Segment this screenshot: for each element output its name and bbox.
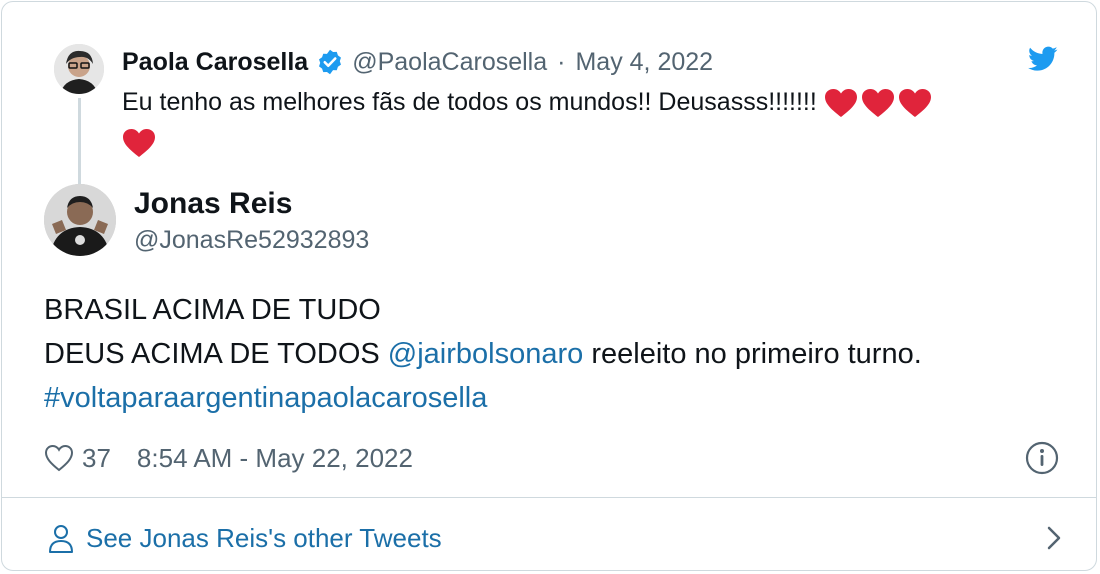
reply-author-name[interactable]: Jonas Reis: [134, 184, 292, 224]
reply-text-line-1: BRASIL ACIMA DE TUDO: [44, 294, 381, 326]
reply-text-prefix: DEUS ACIMA DE TODOS: [44, 338, 388, 370]
embedded-tweet-card: Paola Carosella @PaolaCarosella · May 4,…: [1, 1, 1097, 571]
tweet-timestamp[interactable]: 8:54 AM - May 22, 2022: [137, 438, 413, 478]
mention-link[interactable]: @jairbolsonaro: [388, 338, 583, 370]
reply-author-handle[interactable]: @JonasRe52932893: [134, 220, 369, 260]
parent-author-handle[interactable]: @PaolaCarosella: [352, 42, 547, 82]
tweet-meta: 37 8:54 AM - May 22, 2022: [44, 438, 413, 478]
person-icon: [44, 521, 78, 555]
reply-text-suffix: reeleito no primeiro turno.: [583, 338, 922, 370]
hashtag-link[interactable]: #voltaparaargentinapaolacarosella: [44, 376, 1054, 420]
reply-tweet-text: BRASIL ACIMA DE TUDO DEUS ACIMA DE TODOS…: [44, 288, 1054, 420]
like-count[interactable]: 37: [82, 438, 111, 478]
info-icon[interactable]: [1024, 440, 1060, 476]
see-other-tweets-link[interactable]: See Jonas Reis's other Tweets: [44, 516, 1064, 560]
red-heart-emoji: [861, 88, 895, 118]
parent-tweet-date[interactable]: May 4, 2022: [575, 42, 713, 82]
parent-tweet-header: Paola Carosella @PaolaCarosella · May 4,…: [122, 42, 713, 82]
reply-author-avatar[interactable]: [44, 184, 116, 256]
heart-outline-icon[interactable]: [44, 444, 74, 472]
footer-divider: [2, 497, 1096, 498]
red-heart-emoji: [898, 88, 932, 118]
red-heart-emoji: [122, 128, 156, 158]
parent-tweet-text: Eu tenho as melhores fãs de todos os mun…: [122, 82, 1072, 162]
see-other-tweets-label[interactable]: See Jonas Reis's other Tweets: [86, 523, 442, 554]
thread-connector-line: [78, 98, 81, 184]
header-separator: ·: [557, 48, 566, 76]
parent-tweet-body: Eu tenho as melhores fãs de todos os mun…: [122, 88, 817, 116]
parent-author-avatar[interactable]: [54, 44, 104, 94]
twitter-bird-icon[interactable]: [1028, 45, 1058, 73]
chevron-right-icon[interactable]: [1044, 522, 1064, 554]
red-heart-emoji: [824, 88, 858, 118]
parent-author-name[interactable]: Paola Carosella: [122, 42, 308, 82]
verified-badge-icon: [316, 48, 344, 76]
reply-text-line-2: DEUS ACIMA DE TODOS @jairbolsonaro reele…: [44, 332, 1054, 376]
